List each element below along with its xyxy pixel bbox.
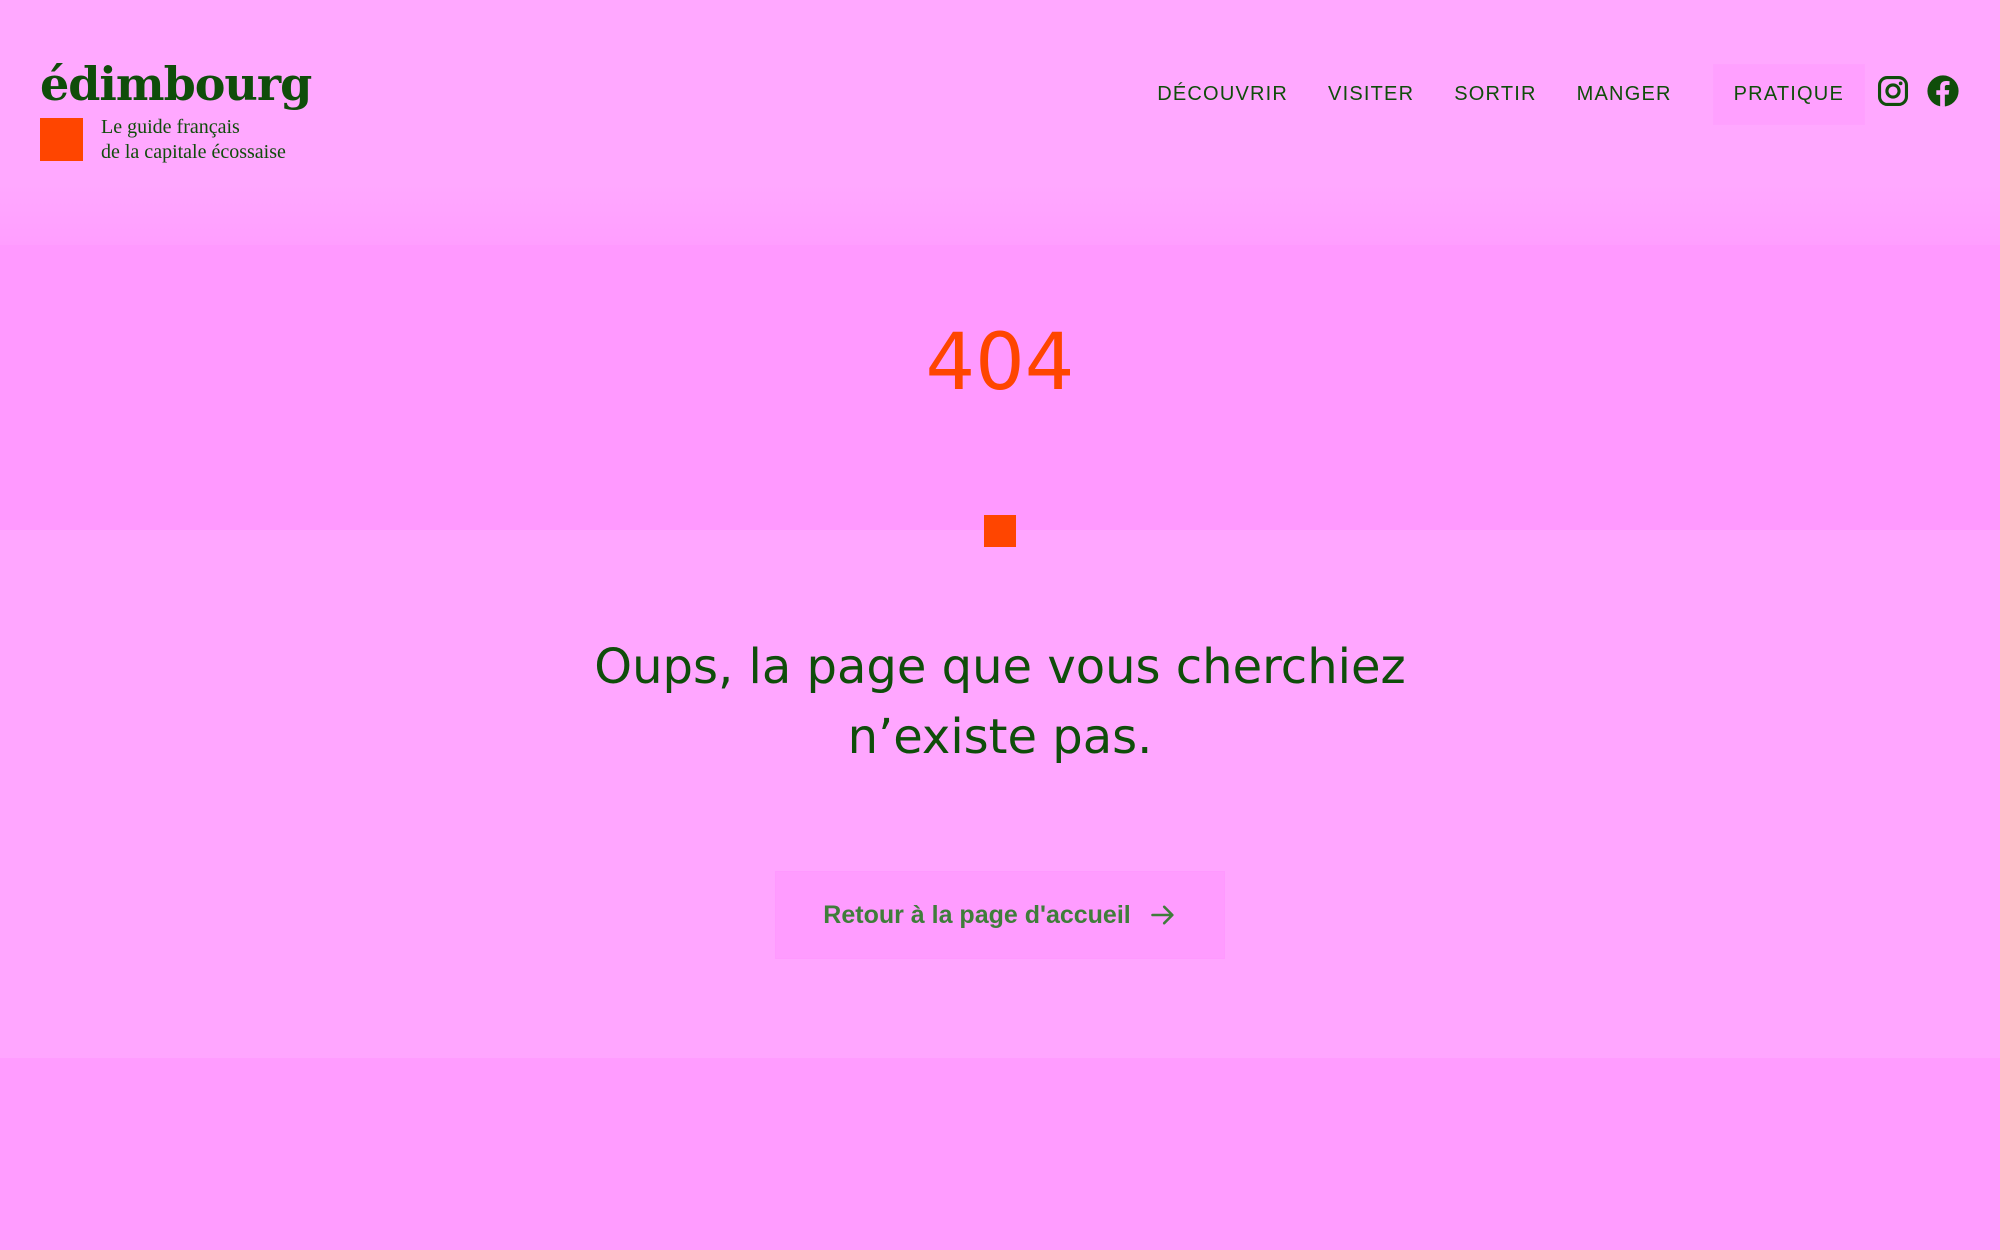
back-to-home-button[interactable]: Retour à la page d'accueil — [776, 872, 1224, 958]
facebook-icon — [1927, 75, 1959, 107]
error-message-line-2: n’existe pas. — [847, 709, 1153, 765]
social-links — [1860, 74, 1960, 112]
facebook-link[interactable] — [1910, 74, 1960, 112]
logo-square-mark — [40, 118, 83, 161]
nav-item-manger[interactable]: MANGER — [1577, 83, 1672, 106]
error-message-line-1: Oups, la page que vous cherchiez — [594, 639, 1406, 695]
site-logo[interactable]: édimbourg Le guide français de la capita… — [40, 58, 340, 168]
background-band-lower — [0, 530, 2000, 1058]
instagram-icon — [1877, 75, 1909, 107]
logo-wordmark: édimbourg — [40, 57, 312, 111]
arrow-right-icon — [1150, 905, 1174, 925]
instagram-link[interactable] — [1860, 74, 1910, 112]
logo-tagline-line-2: de la capitale écossaise — [101, 141, 286, 163]
accent-square — [984, 515, 1016, 547]
nav-item-decouvrir[interactable]: DÉCOUVRIR — [1157, 83, 1288, 106]
nav-item-sortir[interactable]: SORTIR — [1454, 83, 1536, 106]
error-code: 404 — [925, 318, 1075, 408]
logo-tagline-line-1: Le guide français — [101, 116, 240, 138]
background-band-bottom — [0, 1058, 2000, 1250]
error-message: Oups, la page que vous cherchiez n’exist… — [500, 632, 1500, 772]
back-to-home-label: Retour à la page d'accueil — [823, 900, 1131, 929]
logo-tagline: Le guide français de la capitale écossai… — [101, 115, 286, 165]
nav-item-visiter[interactable]: VISITER — [1328, 83, 1414, 106]
main-navigation: DÉCOUVRIR VISITER SORTIR MANGER PRATIQUE — [1117, 64, 1864, 124]
nav-item-pratique[interactable]: PRATIQUE — [1713, 64, 1864, 124]
